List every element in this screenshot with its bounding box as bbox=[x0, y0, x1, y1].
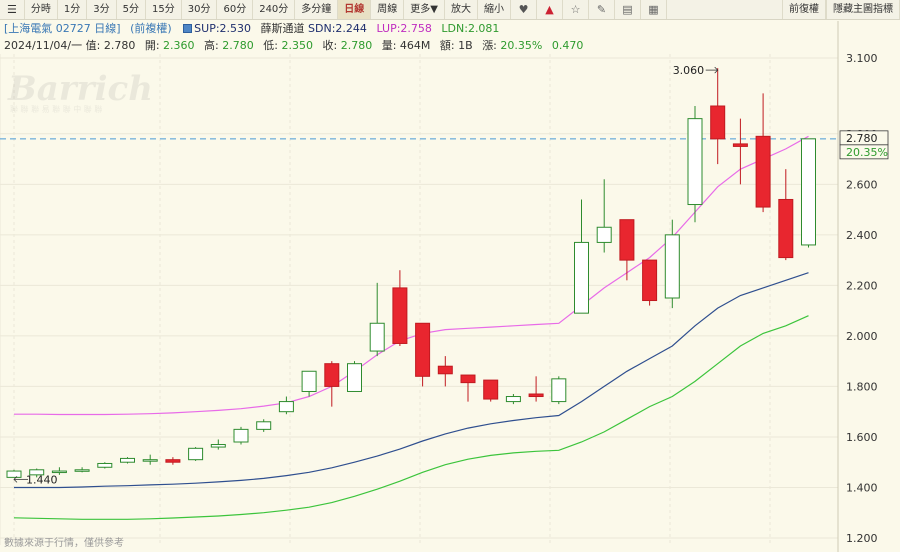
candle-body bbox=[687, 118, 703, 206]
y-tick-label: 1.200 bbox=[846, 532, 878, 545]
candle-31 bbox=[710, 68, 726, 165]
candle-body bbox=[142, 459, 158, 462]
candle-body bbox=[51, 470, 67, 474]
candle-35 bbox=[801, 138, 816, 248]
candle-body bbox=[324, 363, 340, 387]
y-tick-label: 1.600 bbox=[846, 431, 878, 444]
candle-body bbox=[551, 378, 567, 403]
candle-26 bbox=[596, 179, 612, 253]
candle-19 bbox=[437, 356, 453, 387]
candle-18 bbox=[415, 322, 431, 387]
candle-6 bbox=[142, 454, 158, 465]
y-tick-label: 2.000 bbox=[846, 330, 878, 343]
candle-body bbox=[664, 234, 680, 299]
watermark: Barrich 聯 聯 聯 易 聯 聯 中 聯 聯 bbox=[7, 69, 153, 114]
y-tick-label: 1.400 bbox=[846, 481, 878, 494]
candle-body bbox=[415, 322, 431, 377]
candle-21 bbox=[483, 379, 499, 402]
candle-17 bbox=[392, 270, 408, 346]
candle-15 bbox=[347, 361, 362, 392]
candle-body bbox=[233, 428, 249, 443]
watermark-text: Barrich bbox=[7, 69, 153, 109]
candle-body bbox=[188, 447, 204, 461]
y-tick-label: 3.100 bbox=[846, 52, 878, 65]
min-price-label: 1.440 bbox=[26, 473, 58, 486]
ldn-line bbox=[13, 315, 809, 520]
candle-body bbox=[165, 459, 181, 463]
candle-body bbox=[256, 421, 272, 430]
y-tick-label: 2.600 bbox=[846, 178, 878, 191]
price-axis: 3.1002.8002.6002.4002.2002.0001.8001.600… bbox=[839, 52, 889, 545]
candle-9 bbox=[210, 439, 226, 450]
candle-body bbox=[437, 365, 453, 375]
candle-body bbox=[278, 401, 294, 413]
candle-7 bbox=[165, 457, 181, 465]
max-price-label: 3.060 bbox=[673, 64, 705, 77]
candle-body bbox=[596, 226, 612, 243]
candle-32 bbox=[732, 118, 748, 185]
chart-labels: 3.060 1.440 bbox=[13, 64, 719, 486]
candle-16 bbox=[369, 282, 385, 357]
candle-body bbox=[505, 396, 521, 403]
candle-body bbox=[710, 105, 726, 140]
candle-22 bbox=[505, 394, 521, 405]
candle-29 bbox=[664, 219, 680, 309]
candle-body bbox=[778, 198, 794, 259]
candle-0 bbox=[6, 469, 22, 478]
candle-body bbox=[74, 469, 90, 472]
current-price-label: 2.780 bbox=[846, 132, 878, 145]
candle-body bbox=[483, 379, 499, 400]
footer-note: 數據來源于行情，僅供參考 bbox=[4, 536, 124, 549]
watermark-small-text: 聯 聯 聯 易 聯 聯 中 聯 聯 bbox=[10, 104, 102, 114]
candle-body bbox=[392, 287, 408, 344]
candle-body bbox=[210, 444, 226, 448]
candle-body bbox=[347, 363, 362, 392]
candle-11 bbox=[256, 419, 272, 432]
candles bbox=[6, 68, 816, 478]
candle-20 bbox=[460, 374, 476, 402]
candle-14 bbox=[324, 361, 340, 407]
candle-body bbox=[619, 219, 635, 261]
sup-line bbox=[14, 272, 809, 489]
candle-13 bbox=[301, 370, 317, 397]
candle-body bbox=[120, 457, 135, 463]
candle-10 bbox=[233, 426, 249, 445]
candle-25 bbox=[574, 199, 589, 314]
candle-body bbox=[97, 462, 113, 468]
candle-3 bbox=[74, 467, 90, 473]
candle-12 bbox=[278, 396, 294, 415]
candle-body bbox=[6, 470, 22, 478]
candle-body bbox=[460, 374, 476, 384]
current-pct-label: 20.35% bbox=[846, 146, 888, 159]
candle-24 bbox=[551, 376, 567, 405]
candle-34 bbox=[778, 169, 794, 261]
candle-4 bbox=[97, 462, 113, 469]
candle-23 bbox=[528, 376, 544, 402]
candle-8 bbox=[188, 447, 204, 461]
candle-body bbox=[301, 370, 317, 392]
candle-body bbox=[755, 135, 771, 208]
candlestick-chart[interactable]: Barrich 聯 聯 聯 易 聯 聯 中 聯 聯 3.1002.8002.60… bbox=[0, 0, 900, 552]
candle-body bbox=[574, 241, 589, 314]
candle-body bbox=[528, 393, 544, 398]
y-tick-label: 2.200 bbox=[846, 279, 878, 292]
candle-30 bbox=[687, 106, 703, 223]
candle-33 bbox=[755, 93, 771, 213]
candle-body bbox=[642, 259, 658, 302]
candle-body bbox=[732, 143, 748, 147]
y-tick-label: 1.800 bbox=[846, 380, 878, 393]
candle-body bbox=[369, 322, 385, 352]
y-tick-label: 2.400 bbox=[846, 229, 878, 242]
candle-28 bbox=[642, 259, 658, 306]
candle-5 bbox=[120, 457, 135, 464]
candle-27 bbox=[619, 219, 635, 281]
candle-body bbox=[801, 138, 816, 246]
